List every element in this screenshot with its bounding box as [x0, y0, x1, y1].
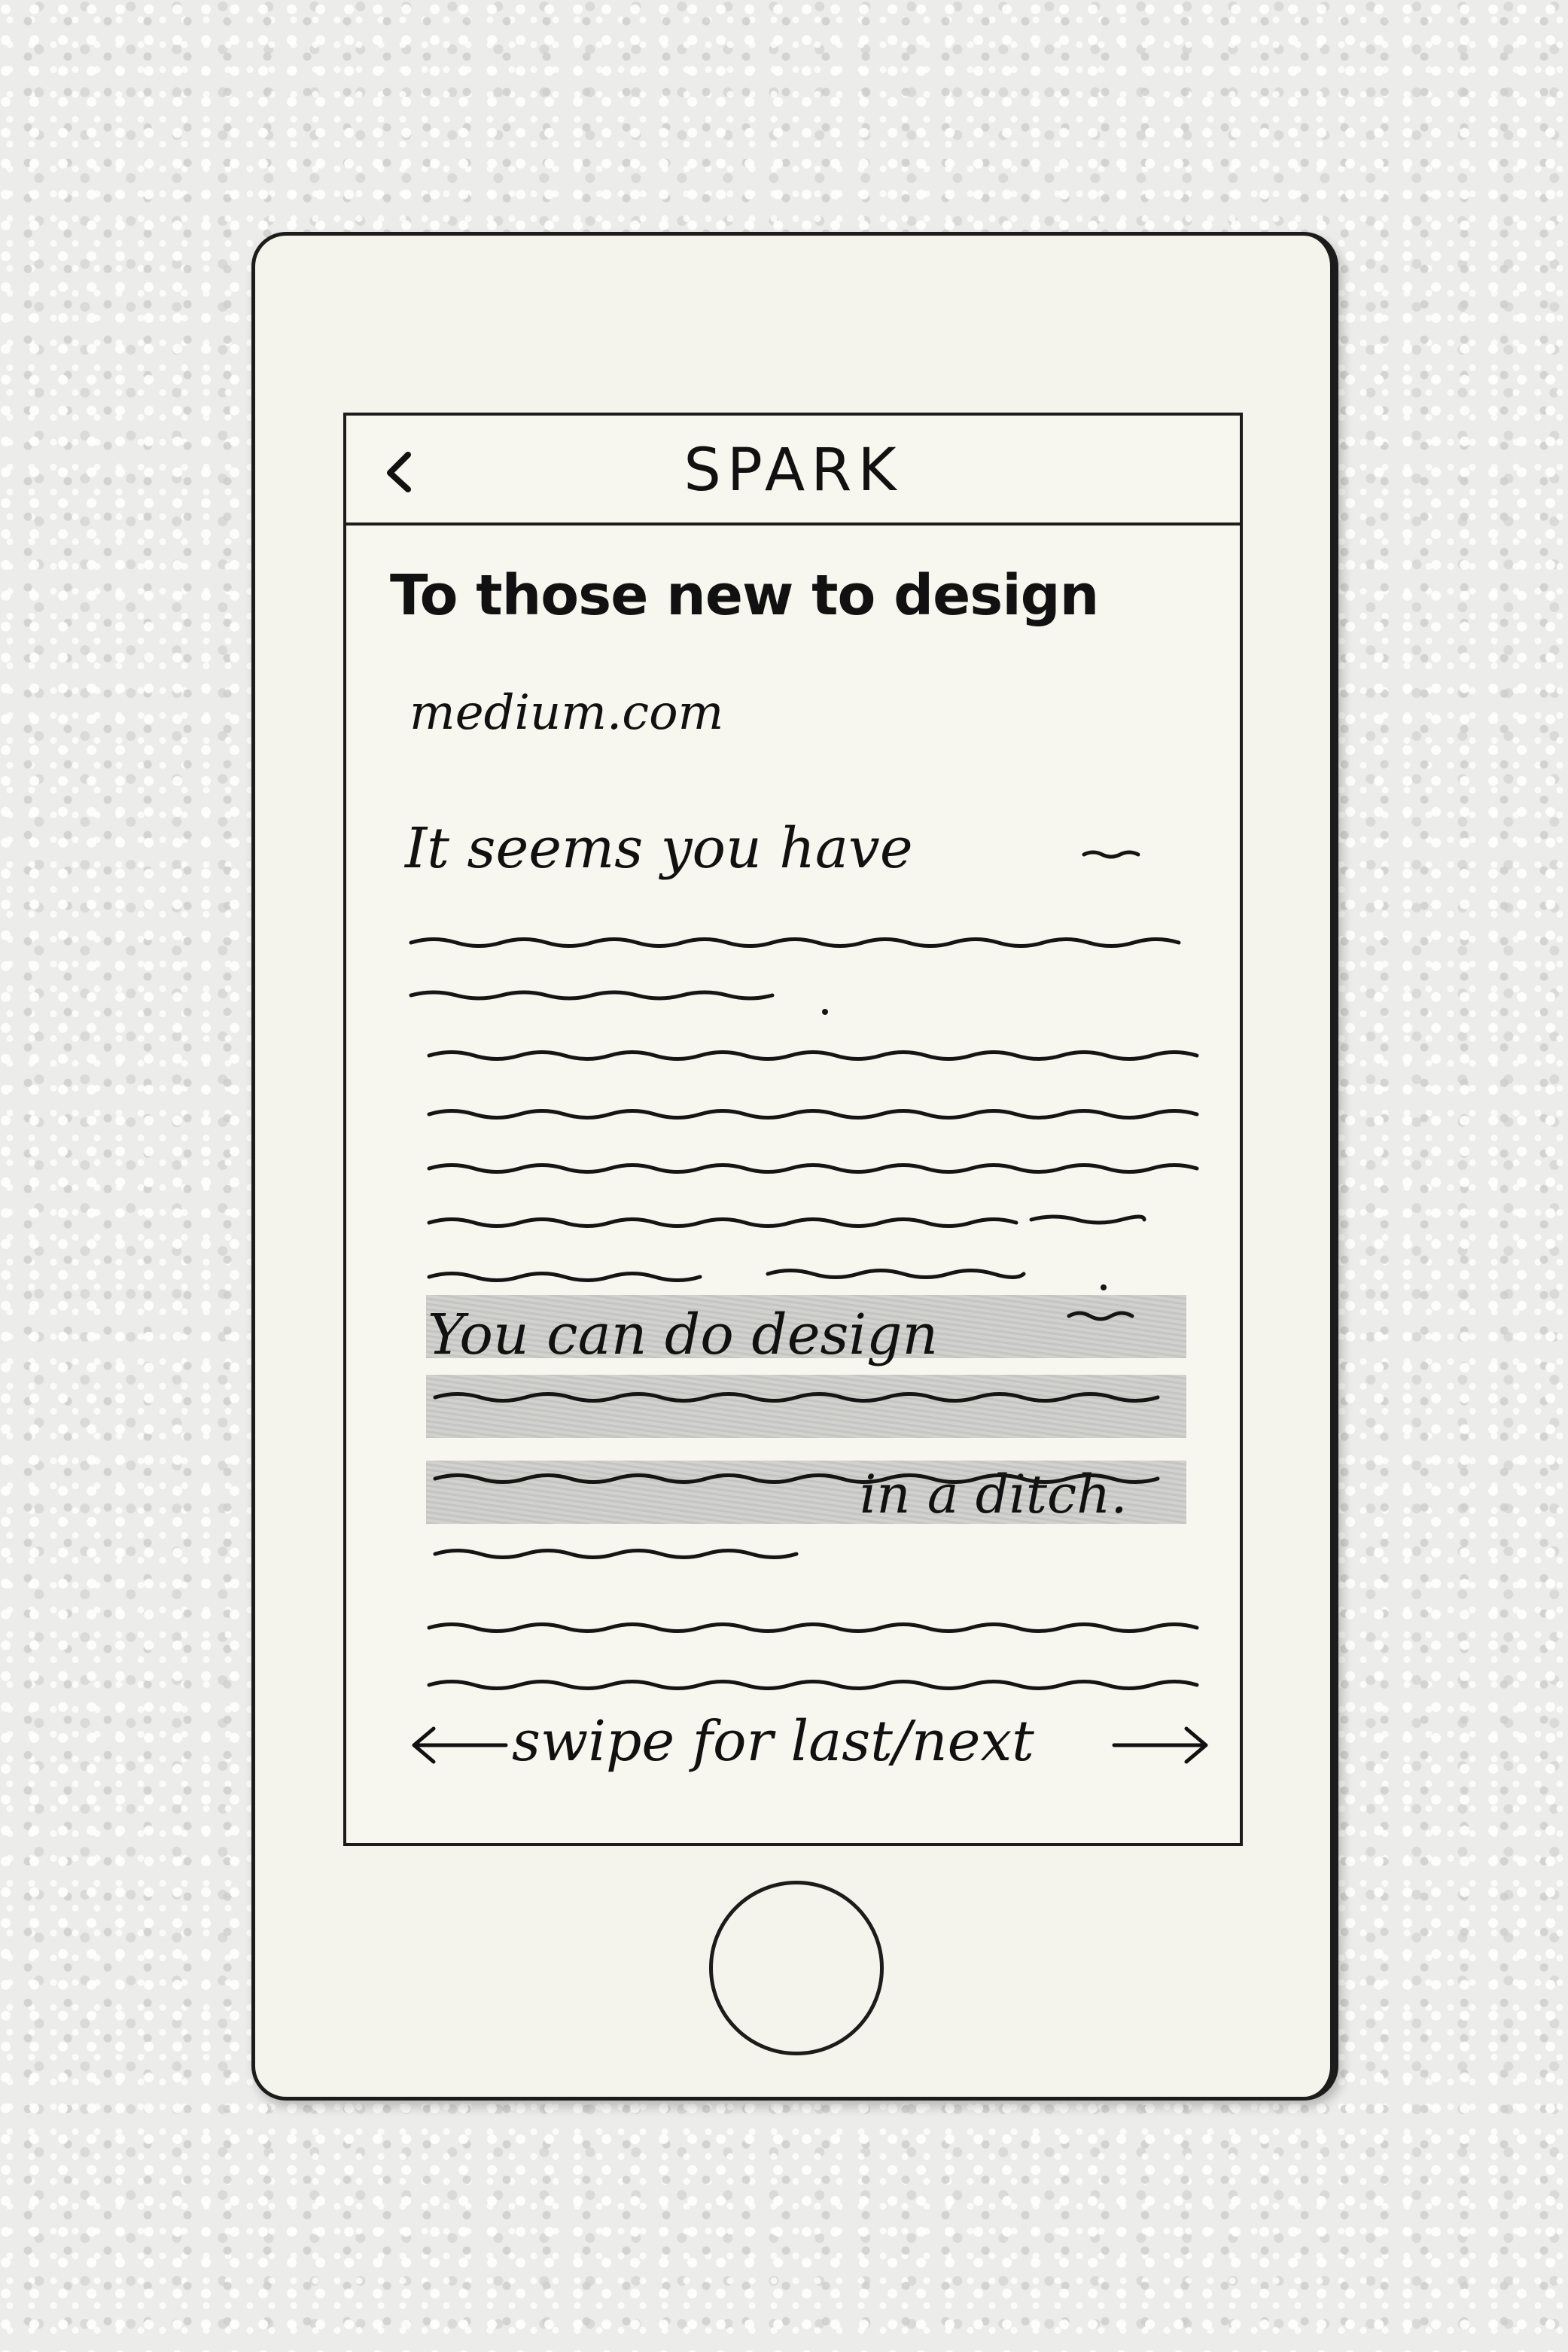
text-line-placeholder [409, 937, 1181, 948]
text-period-mark [1101, 1284, 1107, 1290]
swipe-hint-text: swipe for last/next [512, 1709, 1034, 1774]
text-line-placeholder [427, 1622, 1199, 1633]
arrow-left-icon [412, 1726, 508, 1764]
app-title: SPARK [684, 437, 903, 504]
text-line-placeholder [1082, 850, 1140, 859]
text-line-placeholder [427, 1163, 1199, 1174]
highlight-band [426, 1375, 1186, 1438]
text-line-placeholder [427, 1109, 1199, 1120]
arrow-right-icon [1112, 1726, 1208, 1764]
article-source-link[interactable]: medium.com [410, 685, 723, 741]
app-header: SPARK [346, 416, 1240, 526]
text-line-placeholder [433, 1549, 799, 1559]
article-title: To those new to design [390, 563, 1099, 628]
text-line-placeholder [427, 1217, 1018, 1228]
text-line-placeholder [427, 1050, 1199, 1061]
placeholder-text-lines [409, 850, 1199, 1690]
text-line-placeholder [409, 990, 775, 1001]
swipe-navigation-hint[interactable]: swipe for last/next [408, 1705, 1208, 1780]
text-line-placeholder [766, 1269, 1026, 1279]
app-screen: SPARK To those new to design medium.com … [343, 413, 1243, 1846]
text-line-placeholder [427, 1272, 702, 1282]
home-button-icon[interactable] [709, 1881, 884, 2055]
paragraph-2-text: You can do design [428, 1302, 939, 1367]
text-period-mark [822, 1009, 828, 1015]
text-line-placeholder [1029, 1214, 1146, 1225]
text-line-placeholder [427, 1680, 1199, 1690]
paragraph-1-text: It seems you have [405, 816, 913, 881]
paragraph-2-ending: in a ditch. [860, 1464, 1128, 1525]
